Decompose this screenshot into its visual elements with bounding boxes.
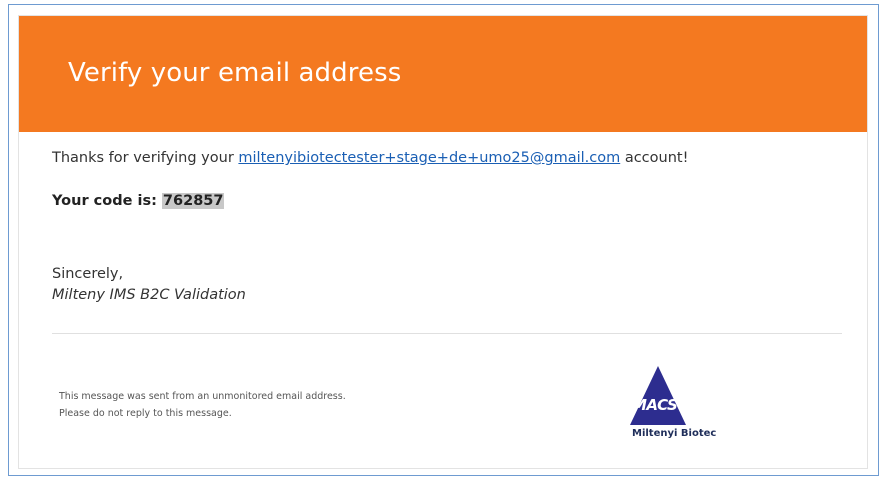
thanks-message: Thanks for verifying your miltenyibiotec… (52, 150, 688, 166)
email-frame: Verify your email address Thanks for ver… (8, 4, 879, 476)
logo-company-name: Miltenyi Biotec (632, 428, 717, 439)
footer-divider (52, 333, 842, 334)
email-card: Verify your email address Thanks for ver… (18, 15, 868, 469)
macs-logo: MACS Miltenyi Biotec (622, 362, 732, 452)
verification-code[interactable]: 762857 (161, 193, 225, 209)
thanks-suffix: account! (620, 150, 689, 166)
footer-line-2: Please do not reply to this message. (59, 408, 232, 419)
footer-notice: This message was sent from an unmonitore… (59, 388, 346, 422)
signature-text: Milteny IMS B2C Validation (52, 287, 246, 303)
code-label: Your code is: (52, 193, 162, 209)
logo-mark-text: MACS (632, 396, 678, 414)
email-address-link[interactable]: miltenyibiotectester+stage+de+umo25@gmai… (238, 150, 620, 166)
footer-line-1: This message was sent from an unmonitore… (59, 391, 346, 402)
verification-code-line: Your code is: 762857 (52, 193, 225, 209)
email-header-title: Verify your email address (68, 58, 402, 88)
thanks-prefix: Thanks for verifying your (52, 150, 239, 166)
email-header: Verify your email address (19, 16, 867, 132)
closing-text: Sincerely, (52, 266, 124, 282)
